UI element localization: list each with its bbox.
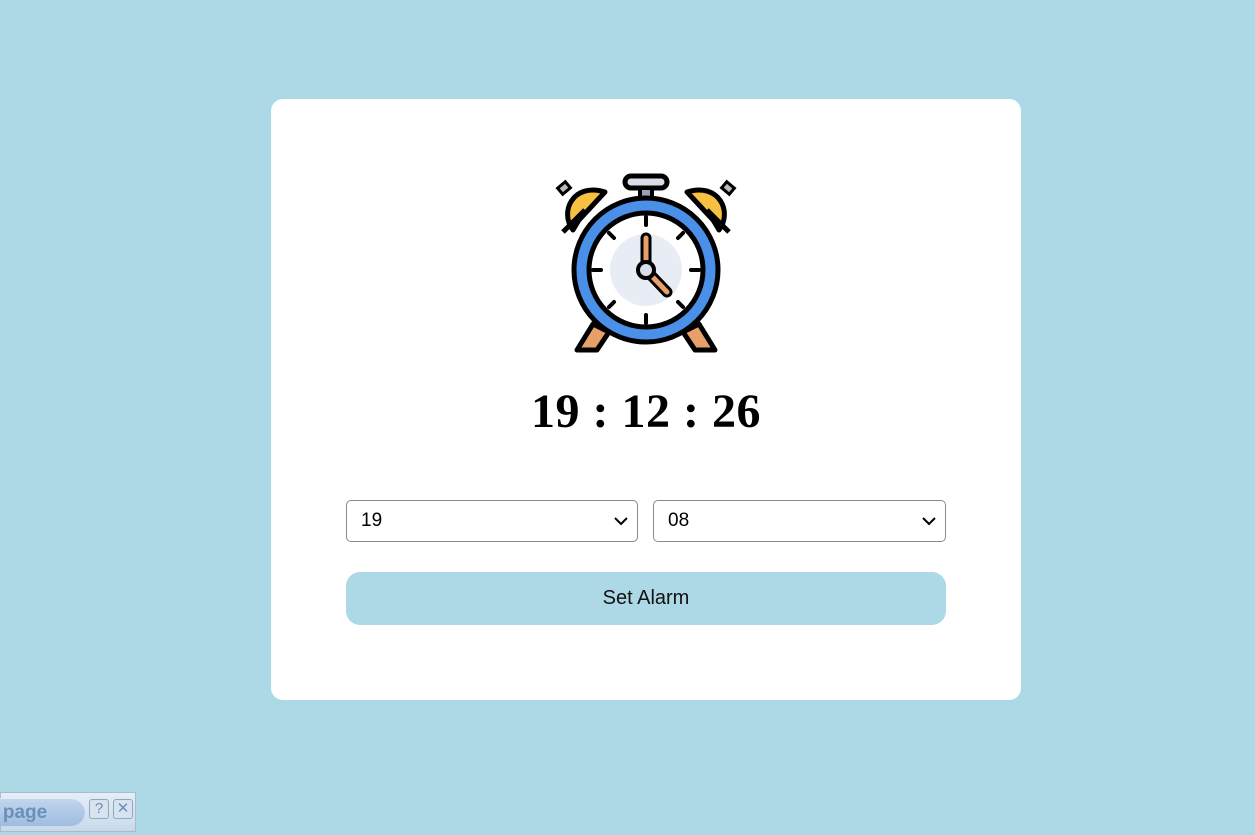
- close-button[interactable]: ✕: [113, 799, 133, 819]
- current-time-display: 19 : 12 : 26: [531, 385, 761, 438]
- chevron-down-icon: [922, 517, 936, 526]
- toolbar-page-label: s page: [0, 802, 48, 823]
- set-alarm-button[interactable]: Set Alarm: [346, 572, 946, 625]
- hour-select-value: 19: [361, 510, 383, 531]
- hour-select[interactable]: 19: [346, 500, 638, 542]
- minute-select-value: 08: [668, 510, 690, 531]
- toolbar-page-button[interactable]: s page: [0, 798, 85, 826]
- page-toolbar: s page ? ✕: [0, 792, 136, 832]
- alarm-clock-icon: [555, 173, 737, 353]
- help-button[interactable]: ?: [89, 799, 109, 819]
- chevron-down-icon: [614, 517, 628, 526]
- minute-select[interactable]: 08: [653, 500, 946, 542]
